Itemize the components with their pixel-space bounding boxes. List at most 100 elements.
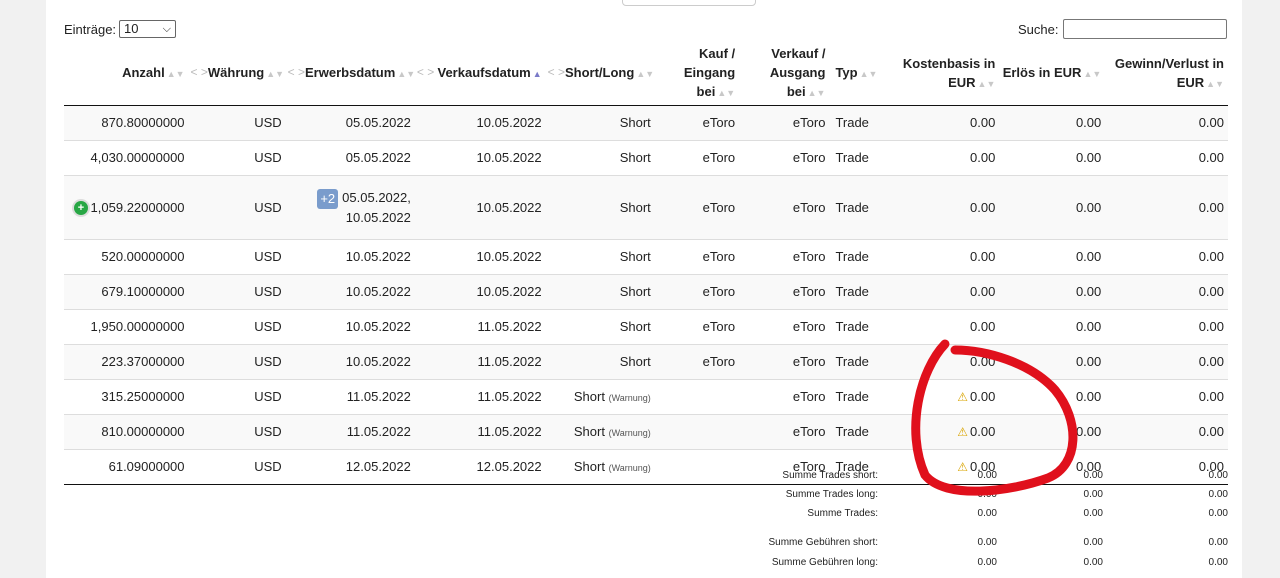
- cell-sl: Short: [545, 239, 655, 275]
- entries-select[interactable]: 10 ⌵: [119, 20, 176, 38]
- summary-value: 0.00: [977, 470, 997, 481]
- col-header-short-long[interactable]: < > Short/Long ▲▼: [545, 42, 655, 106]
- drag-handle-icon[interactable]: < >: [288, 63, 305, 82]
- cell-text: USD: [254, 115, 282, 130]
- cell-text: 315.25000000: [101, 389, 185, 404]
- cell-text: 0.00: [970, 319, 996, 334]
- drag-handle-icon[interactable]: < >: [417, 63, 434, 82]
- cell-verkauf: 11.05.2022: [414, 344, 546, 380]
- cell-text: Trade: [835, 150, 869, 165]
- col-header-typ[interactable]: Typ ▲▼: [829, 42, 882, 106]
- cell-text: 0.00: [970, 249, 996, 264]
- expand-row-icon[interactable]: +: [74, 200, 88, 215]
- cell-erloes: 0.00: [999, 140, 1106, 176]
- cell-sl: Short: [545, 175, 655, 240]
- cell-gv: 0.00: [1105, 379, 1228, 415]
- cell-sl: Short: [545, 274, 655, 310]
- cell-text: 0.00: [1198, 319, 1224, 334]
- col-header-waehrung[interactable]: < > Währung ▲▼: [188, 42, 286, 106]
- cell-text: USD: [254, 249, 282, 264]
- sort-icon: ▲▼: [397, 69, 416, 79]
- cell-waehrung: USD: [188, 414, 286, 450]
- cell-kauf: eToro: [654, 175, 740, 240]
- col-header-anzahl[interactable]: Anzahl ▲▼: [64, 42, 189, 106]
- cell-waehrung: USD: [188, 105, 286, 141]
- cell-anzahl: 223.37000000: [64, 344, 189, 380]
- cell-text: Short: [573, 388, 605, 404]
- cell-waehrung: USD: [188, 239, 286, 275]
- col-header-erloes[interactable]: Erlös in EUR ▲▼: [999, 42, 1106, 106]
- cell-text: 10.05.2022: [476, 150, 542, 165]
- cell-waehrung: USD: [188, 344, 286, 380]
- cell-text: 0.00: [1075, 389, 1102, 404]
- cell-text: Short: [619, 150, 651, 165]
- cell-text: 61.09000000: [108, 459, 185, 474]
- cell-text: 0.00: [970, 389, 996, 404]
- entries-value: 10: [124, 21, 139, 36]
- cell-text: Short: [573, 458, 605, 474]
- cell-text: 1,059.22000000: [90, 199, 185, 215]
- cell-ausgang: eToro: [739, 309, 830, 345]
- cell-typ: Trade: [829, 379, 882, 415]
- cell-anzahl: 61.09000000: [64, 449, 189, 485]
- cell-text: 10.05.2022: [476, 115, 542, 130]
- cell-gv: 0.00: [1105, 140, 1228, 176]
- cell-gv: 0.00: [1105, 309, 1228, 345]
- cell-text: Trade: [835, 319, 869, 334]
- cell-text: Short: [619, 199, 651, 215]
- cell-verkauf: 12.05.2022: [414, 449, 546, 485]
- table-row: 4,030.00000000 USD 05.05.2022 10.05.2022 Sho…: [64, 140, 1228, 176]
- summary-label: Summe Trades short:: [782, 470, 878, 481]
- cell-anzahl: 315.25000000: [64, 379, 189, 415]
- col-header-erwerbsdatum[interactable]: < > Erwerbsdatum ▲▼: [285, 42, 416, 106]
- cell-text: Trade: [835, 389, 869, 404]
- cell-anzahl: 520.00000000: [64, 239, 189, 275]
- cell-text: 0.00: [1198, 424, 1224, 439]
- cell-text: Trade: [835, 354, 869, 369]
- col-header-kostenbasis[interactable]: Kostenbasis in EUR ▲▼: [881, 42, 1000, 106]
- drag-handle-icon[interactable]: < >: [548, 63, 565, 82]
- cell-erloes: 0.00: [999, 175, 1106, 240]
- col-header-verkauf[interactable]: Verkauf / Ausgang bei ▲▼: [739, 42, 830, 106]
- search-input[interactable]: [1063, 19, 1227, 39]
- cell-kauf: eToro: [654, 239, 740, 275]
- cell-text: 11.05.2022: [477, 389, 542, 404]
- cell-text: 10.05.2022: [476, 199, 542, 215]
- col-header-verkaufsdatum[interactable]: < > Verkaufsdatum ▲: [414, 42, 546, 106]
- cell-text: Short: [573, 423, 605, 439]
- cell-waehrung: USD: [188, 140, 286, 176]
- cell-text: eToro: [792, 354, 826, 369]
- cell-text: 0.00: [970, 150, 996, 165]
- cell-ausgang: eToro: [739, 414, 830, 450]
- cell-text: Trade: [835, 199, 869, 215]
- cell-erwerb: 05.05.2022: [285, 140, 415, 176]
- cell-verkauf: 11.05.2022: [414, 379, 546, 415]
- drag-handle-icon[interactable]: < >: [191, 63, 208, 82]
- cell-text: 11.05.2022: [346, 424, 411, 439]
- cell-text: 12.05.2022: [345, 459, 411, 474]
- cell-text: 10.05.2022: [345, 249, 411, 264]
- cell-text: 12.05.2022: [476, 459, 542, 474]
- cell-sl: Short (Warnung): [545, 414, 655, 450]
- cell-sl: Short: [545, 344, 655, 380]
- cell-anzahl: 810.00000000: [64, 414, 189, 450]
- cell-erloes: 0.00: [999, 105, 1106, 141]
- cell-erloes: 0.00: [999, 309, 1106, 345]
- cell-sl: Short: [545, 105, 655, 141]
- cell-text: eToro: [792, 249, 826, 264]
- col-header-gewinn-verlust[interactable]: Gewinn/Verlust in EUR ▲▼: [1105, 42, 1228, 106]
- more-dates-badge[interactable]: +2: [317, 188, 339, 209]
- summary-value: 0.00: [1208, 489, 1228, 500]
- cell-kauf: [654, 379, 740, 415]
- col-header-kauf[interactable]: Kauf / Eingang bei ▲▼: [654, 42, 740, 106]
- cell-text: Trade: [835, 249, 869, 264]
- sort-icon: ▲▼: [807, 88, 826, 98]
- summary-value: 0.00: [1208, 557, 1228, 568]
- top-button[interactable]: [622, 0, 756, 6]
- cell-erloes: 0.00: [999, 274, 1106, 310]
- cell-anzahl: 1,950.00000000: [64, 309, 189, 345]
- cell-gv: 0.00: [1105, 274, 1228, 310]
- cell-text: 223.37000000: [101, 354, 185, 369]
- summary-value: 0.00: [1083, 557, 1103, 568]
- cell-text: Short: [619, 319, 651, 334]
